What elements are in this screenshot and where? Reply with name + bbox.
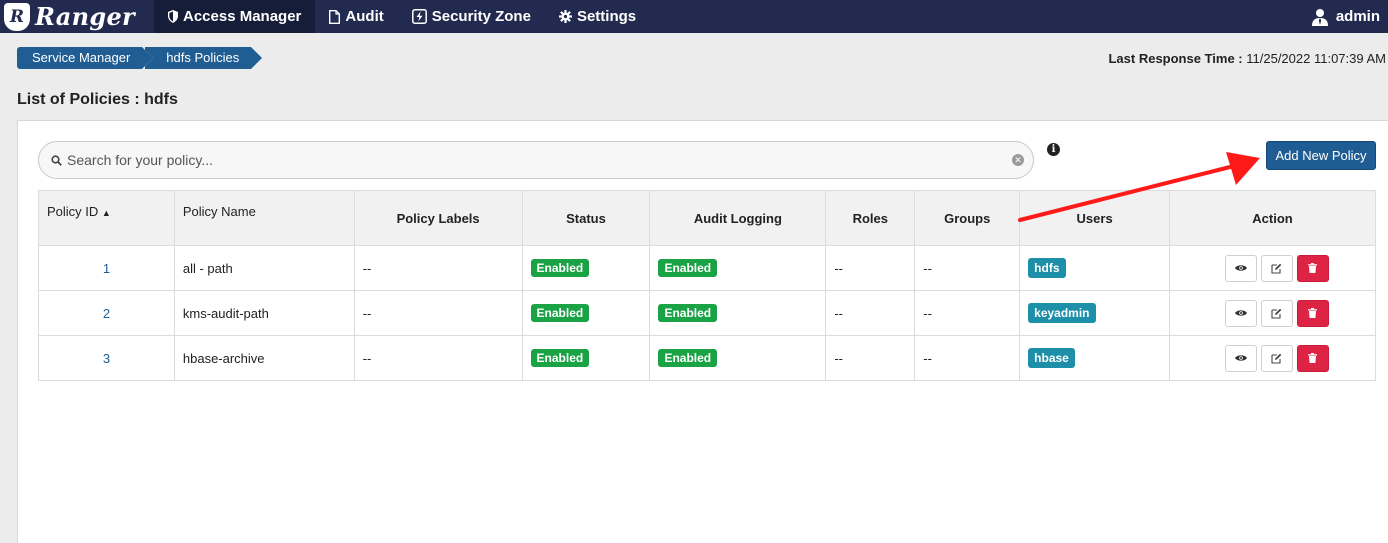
edit-icon (1271, 308, 1282, 319)
user-menu[interactable]: admin (1311, 0, 1388, 33)
roles-cell: -- (825, 245, 916, 291)
policy-name: kms-audit-path (173, 290, 355, 336)
policy-name: hbase-archive (173, 335, 355, 381)
audit-cell: Enabled (649, 335, 827, 381)
edit-icon (1271, 263, 1282, 274)
audit-logging-badge: Enabled (658, 304, 718, 322)
groups-cell: -- (914, 335, 1021, 381)
policy-search-box[interactable]: ✕ (38, 141, 1034, 179)
table-row: 1 all - path -- Enabled Enabled -- -- hd… (38, 245, 1376, 291)
status-cell: Enabled (521, 335, 651, 381)
column-header-policy-labels: Policy Labels (353, 190, 523, 246)
users-cell: hdfs (1019, 245, 1171, 291)
brand-name: Ranger (35, 2, 135, 31)
nav-access-manager[interactable]: Access Manager (154, 0, 316, 33)
nav-label: Access Manager (183, 8, 302, 25)
view-policy-button[interactable] (1224, 254, 1257, 282)
edit-policy-button[interactable] (1260, 299, 1293, 327)
edit-icon (1271, 353, 1282, 364)
policy-id-link[interactable]: 3 (38, 335, 175, 381)
eye-icon (1234, 264, 1247, 272)
users-cell: hbase (1019, 335, 1171, 381)
policy-id-link[interactable]: 1 (38, 245, 175, 291)
last-response-time: Last Response Time : 11/25/2022 11:07:39… (1108, 51, 1386, 66)
action-cell (1169, 290, 1376, 336)
action-cell (1169, 335, 1376, 381)
roles-cell: -- (825, 335, 916, 381)
table-row: 2 kms-audit-path -- Enabled Enabled -- -… (38, 290, 1376, 336)
table-row: 3 hbase-archive -- Enabled Enabled -- --… (38, 335, 1376, 381)
nav-label: Audit (345, 8, 384, 25)
row-actions (1178, 254, 1375, 282)
nav-label: Security Zone (431, 8, 531, 25)
breadcrumb-service-manager[interactable]: Service Manager (17, 47, 154, 69)
breadcrumb: Service Manager hdfs Policies (17, 47, 263, 69)
sort-asc-icon: ▲ (101, 208, 111, 218)
ranger-shield-icon: R (4, 2, 30, 31)
username: admin (1335, 8, 1380, 25)
row-actions (1178, 299, 1375, 327)
eye-icon (1234, 354, 1247, 362)
user-badge: keyadmin (1028, 303, 1096, 323)
action-cell (1169, 245, 1376, 291)
column-header-roles: Roles (825, 190, 916, 246)
audit-logging-badge: Enabled (658, 259, 718, 277)
delete-policy-button[interactable] (1296, 344, 1329, 372)
status-cell: Enabled (521, 290, 651, 336)
annotation-arrow (1018, 152, 1260, 222)
file-icon (329, 9, 341, 24)
lightning-box-icon (411, 9, 427, 24)
groups-cell: -- (914, 245, 1021, 291)
policy-labels: -- (353, 335, 523, 381)
column-header-policy-name: Policy Name (173, 190, 355, 246)
search-input[interactable] (67, 152, 997, 168)
nav-security-zone[interactable]: Security Zone (398, 0, 545, 33)
groups-cell: -- (914, 290, 1021, 336)
trash-icon (1308, 353, 1318, 363)
column-header-audit-logging: Audit Logging (649, 190, 827, 246)
audit-cell: Enabled (649, 245, 827, 291)
delete-policy-button[interactable] (1296, 299, 1329, 327)
add-new-policy-button[interactable]: Add New Policy (1266, 141, 1376, 170)
eye-icon (1234, 309, 1247, 317)
delete-policy-button[interactable] (1296, 254, 1329, 282)
column-header-status: Status (521, 190, 651, 246)
roles-cell: -- (825, 290, 916, 336)
view-policy-button[interactable] (1224, 299, 1257, 327)
last-response-label: Last Response Time : (1108, 51, 1243, 66)
user-badge: hdfs (1028, 258, 1066, 278)
policy-labels: -- (353, 290, 523, 336)
status-cell: Enabled (521, 245, 651, 291)
column-header-groups: Groups (914, 190, 1021, 246)
policy-name: all - path (173, 245, 355, 291)
audit-cell: Enabled (649, 290, 827, 336)
last-response-value: 11/25/2022 11:07:39 AM (1246, 51, 1386, 66)
trash-icon (1308, 263, 1318, 273)
status-badge: Enabled (530, 349, 590, 367)
nav-settings[interactable]: Settings (545, 0, 650, 33)
page-title: List of Policies : hdfs (17, 91, 178, 108)
breadcrumb-hdfs-policies[interactable]: hdfs Policies (142, 47, 263, 69)
search-icon (51, 154, 62, 166)
policy-labels: -- (353, 245, 523, 291)
edit-policy-button[interactable] (1260, 344, 1293, 372)
users-cell: keyadmin (1019, 290, 1171, 336)
policy-id-link[interactable]: 2 (38, 290, 175, 336)
brand-logo[interactable]: R Ranger (0, 0, 154, 33)
column-header-policy-id[interactable]: Policy ID ▲ (38, 190, 175, 246)
user-badge: hbase (1028, 348, 1075, 368)
audit-logging-badge: Enabled (658, 349, 718, 367)
top-navbar: R Ranger Access Manager Audit Security Z… (0, 0, 1388, 33)
status-badge: Enabled (530, 304, 590, 322)
shield-icon (168, 10, 178, 23)
row-actions (1178, 344, 1375, 372)
user-icon (1311, 8, 1328, 26)
edit-policy-button[interactable] (1260, 254, 1293, 282)
view-policy-button[interactable] (1224, 344, 1257, 372)
nav-audit[interactable]: Audit (315, 0, 397, 33)
trash-icon (1308, 308, 1318, 318)
nav-label: Settings (576, 8, 637, 25)
status-badge: Enabled (530, 259, 590, 277)
gear-icon (558, 10, 572, 23)
